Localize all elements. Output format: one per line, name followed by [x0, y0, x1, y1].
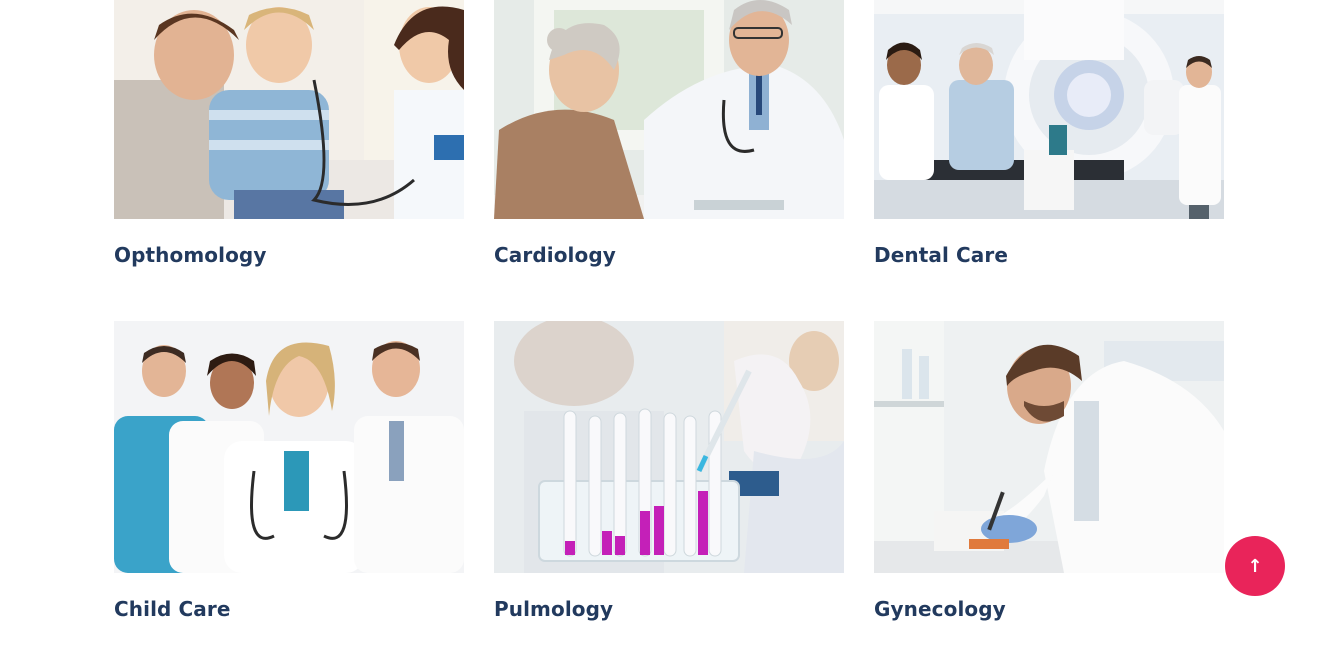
service-title[interactable]: Child Care: [114, 597, 231, 621]
test-tubes-lab-photo: [494, 321, 844, 573]
service-title[interactable]: Gynecology: [874, 597, 1006, 621]
service-card-pulmology[interactable]: Pulmology: [494, 321, 844, 621]
service-title[interactable]: Pulmology: [494, 597, 613, 621]
service-title[interactable]: Cardiology: [494, 243, 616, 267]
medical-team-photo: [114, 321, 464, 573]
doctor-elderly-patient-photo: [494, 0, 844, 219]
service-card-gynecology[interactable]: Gynecology: [874, 321, 1224, 621]
service-card-child-care[interactable]: Child Care: [114, 321, 464, 621]
service-card-cardiology[interactable]: Cardiology: [494, 0, 844, 267]
service-title[interactable]: Opthomology: [114, 243, 267, 267]
arrow-up-icon: ↑: [1247, 555, 1263, 577]
service-card-dental-care[interactable]: Dental Care: [874, 0, 1224, 267]
scroll-to-top-button[interactable]: ↑: [1225, 536, 1285, 596]
lab-researcher-photo: [874, 321, 1224, 573]
service-title[interactable]: Dental Care: [874, 243, 1008, 267]
service-card-opthomology[interactable]: Opthomology: [114, 0, 464, 267]
pediatric-checkup-photo: [114, 0, 464, 219]
radiotherapy-room-photo: [874, 0, 1224, 219]
